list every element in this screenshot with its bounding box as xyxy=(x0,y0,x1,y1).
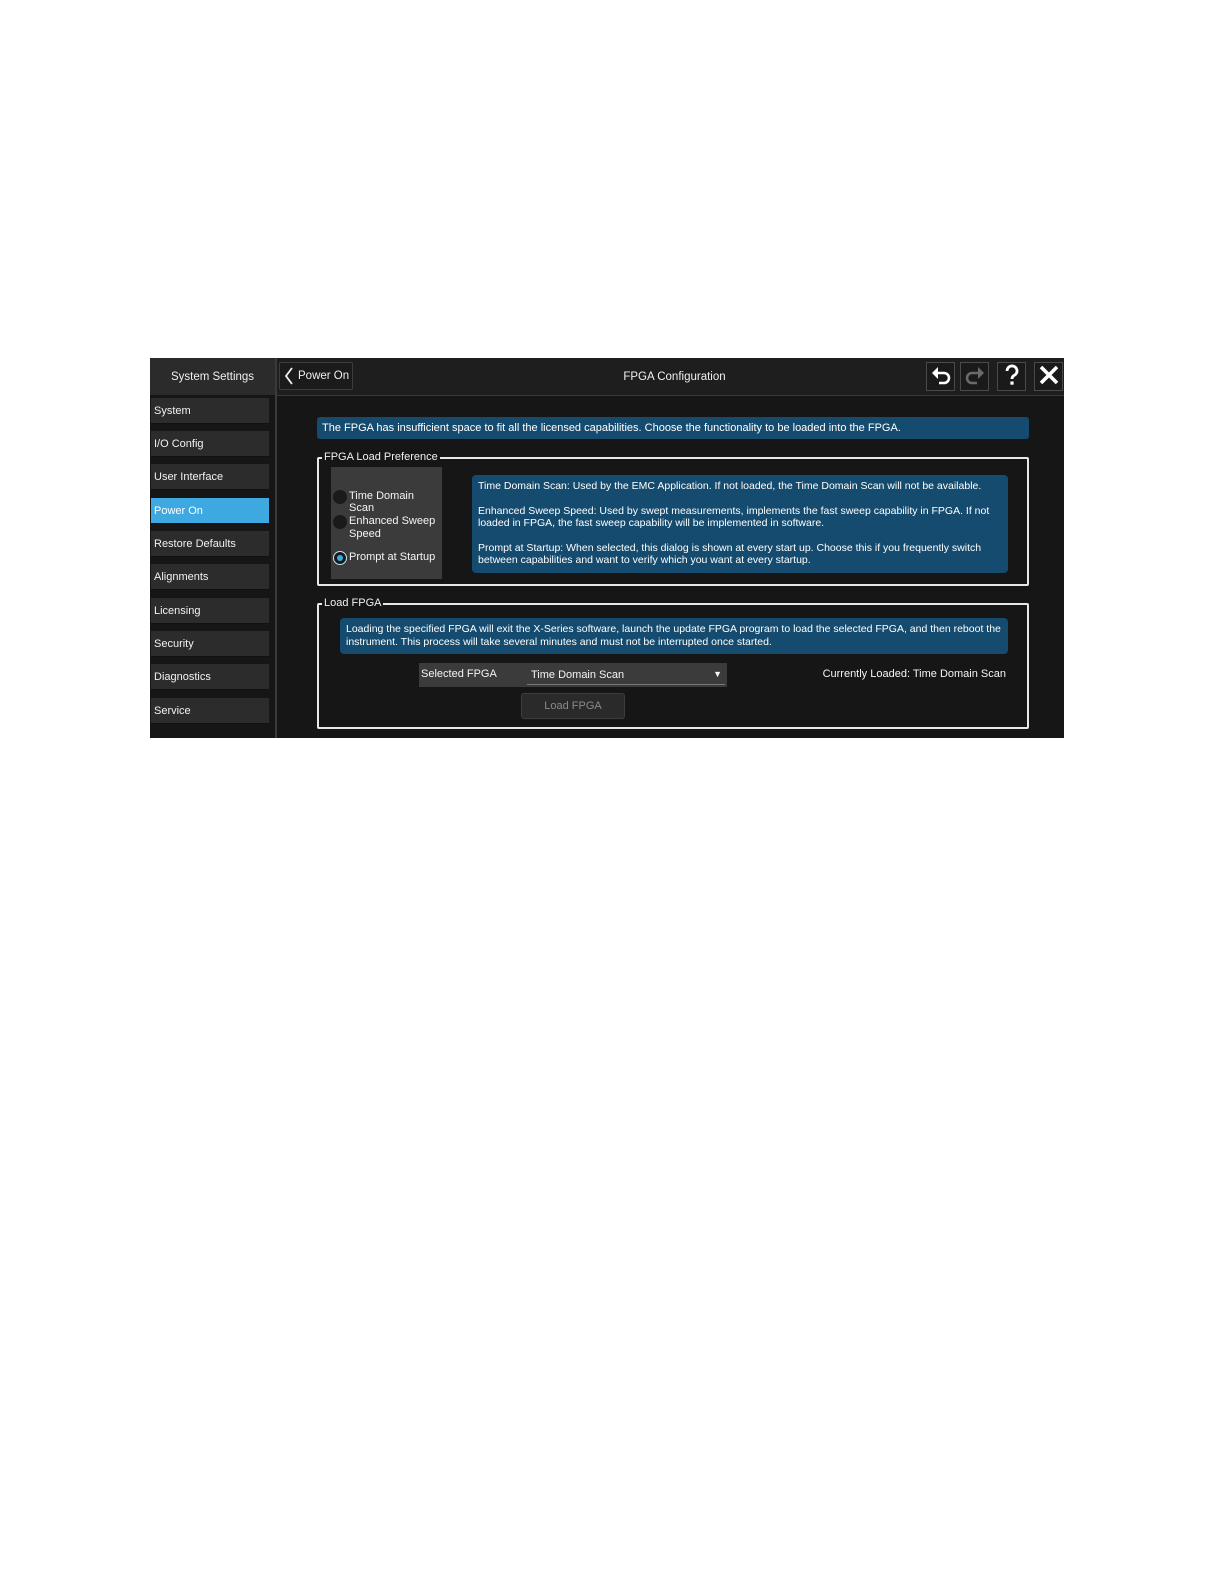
header-bar: Power On FPGA Configuration xyxy=(277,358,1064,396)
radio-prompt-at-startup[interactable]: Prompt at Startup xyxy=(333,551,435,565)
description-prompt-at-startup: Prompt at Startup: When selected, this d… xyxy=(478,541,982,567)
undo-button[interactable] xyxy=(926,362,955,391)
sidebar-item-diagnostics[interactable]: Diagnostics xyxy=(151,664,269,690)
radio-time-domain-scan[interactable]: Time Domain Scan xyxy=(333,490,442,514)
radio-label: Enhanced Sweep Speed xyxy=(349,515,436,540)
radio-label: Time Domain Scan xyxy=(349,490,414,514)
dropdown-arrow-icon: ▼ xyxy=(713,669,722,679)
radio-button-selected-icon xyxy=(333,551,347,565)
page-title: FPGA Configuration xyxy=(623,370,726,383)
load-fpga-group: Load FPGA Loading the specified FPGA wil… xyxy=(317,596,1029,729)
chevron-left-icon xyxy=(280,362,298,390)
back-button-label: Power On xyxy=(298,370,350,382)
description-enhanced-sweep-speed: Enhanced Sweep Speed: Used by swept meas… xyxy=(478,504,990,530)
sidebar-item-label: Diagnostics xyxy=(154,670,211,683)
warning-banner: The FPGA has insufficient space to fit a… xyxy=(317,417,1029,439)
system-settings-window: System Settings System I/O Config User I… xyxy=(150,358,1064,738)
undo-icon xyxy=(930,364,952,389)
content-area: The FPGA has insufficient space to fit a… xyxy=(277,396,1064,738)
close-icon xyxy=(1038,364,1060,389)
radio-label: Prompt at Startup xyxy=(349,551,436,563)
load-fpga-description: Loading the specified FPGA will exit the… xyxy=(340,618,1008,654)
currently-loaded-status: Currently Loaded: Time Domain Scan xyxy=(822,668,1006,680)
sidebar-item-label: System xyxy=(154,404,191,417)
sidebar-item-system[interactable]: System xyxy=(151,398,269,424)
sidebar-item-label: Restore Defaults xyxy=(154,537,236,550)
sidebar-item-label: Alignments xyxy=(154,570,209,583)
help-icon xyxy=(1001,363,1023,390)
redo-icon xyxy=(964,364,986,389)
selected-fpga-dropdown[interactable]: Time Domain Scan ▼ xyxy=(527,666,725,685)
back-button[interactable]: Power On xyxy=(279,362,353,390)
selected-fpga-row: Selected FPGA Time Domain Scan ▼ xyxy=(419,663,727,687)
sidebar-item-power-on[interactable]: Power On xyxy=(151,498,269,524)
sidebar-title: System Settings xyxy=(150,358,275,395)
sidebar-item-io-config[interactable]: I/O Config xyxy=(151,431,269,457)
sidebar: System Settings System I/O Config User I… xyxy=(150,358,277,738)
redo-button[interactable] xyxy=(960,362,989,391)
help-button[interactable] xyxy=(997,362,1026,391)
sidebar-item-service[interactable]: Service xyxy=(151,698,269,724)
sidebar-item-user-interface[interactable]: User Interface xyxy=(151,464,269,490)
preference-description-panel: Time Domain Scan: Used by the EMC Applic… xyxy=(472,475,1008,573)
load-fpga-button[interactable]: Load FPGA xyxy=(521,693,625,719)
close-button[interactable] xyxy=(1034,362,1063,391)
sidebar-item-restore-defaults[interactable]: Restore Defaults xyxy=(151,531,269,557)
dropdown-value: Time Domain Scan xyxy=(531,669,625,681)
sidebar-item-alignments[interactable]: Alignments xyxy=(151,564,269,590)
sidebar-item-label: Security xyxy=(154,637,194,650)
description-time-domain-scan: Time Domain Scan: Used by the EMC Applic… xyxy=(478,480,982,492)
sidebar-item-label: Power On xyxy=(154,504,203,517)
sidebar-item-label: Service xyxy=(154,704,191,717)
sidebar-item-security[interactable]: Security xyxy=(151,631,269,657)
group-legend: Load FPGA xyxy=(322,596,384,610)
fpga-load-preference-group: FPGA Load Preference Time Domain Scan En… xyxy=(317,450,1029,586)
sidebar-item-label: User Interface xyxy=(154,470,224,483)
sidebar-item-licensing[interactable]: Licensing xyxy=(151,598,269,624)
radio-group: Time Domain Scan Enhanced Sweep Speed Pr… xyxy=(331,467,442,579)
radio-button-icon xyxy=(333,515,347,529)
sidebar-item-label: I/O Config xyxy=(154,437,204,450)
radio-button-icon xyxy=(333,490,347,504)
group-legend: FPGA Load Preference xyxy=(322,450,440,464)
sidebar-item-label: Licensing xyxy=(154,604,201,617)
radio-enhanced-sweep-speed[interactable]: Enhanced Sweep Speed xyxy=(333,515,439,540)
selected-fpga-label: Selected FPGA xyxy=(421,668,497,680)
